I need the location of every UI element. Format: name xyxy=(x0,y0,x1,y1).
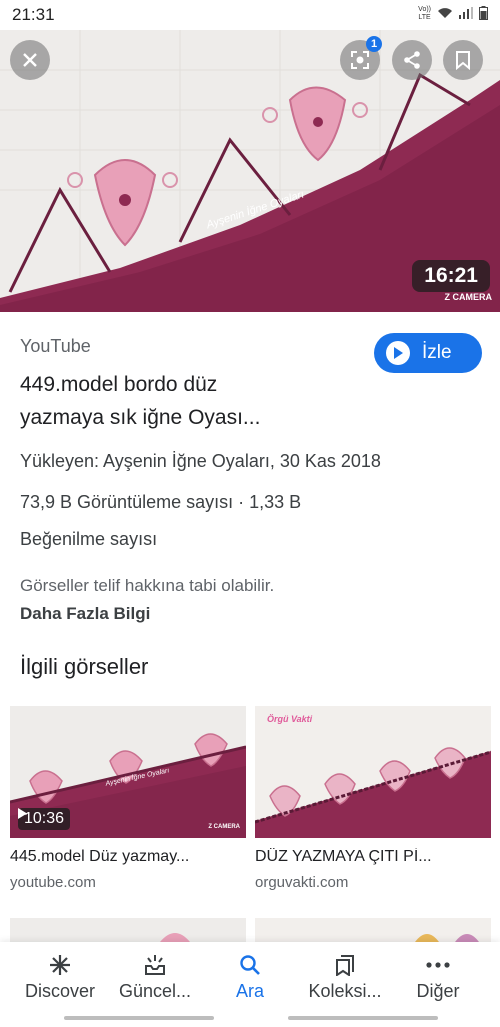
share-icon xyxy=(404,51,420,69)
close-button[interactable] xyxy=(10,40,50,80)
related-heading: İlgili görseller xyxy=(20,654,149,679)
nav-more[interactable]: Diğer xyxy=(388,952,488,1002)
more-info-link[interactable]: Daha Fazla Bilgi xyxy=(20,604,150,624)
status-bar: 21:31 Vo)) LTE xyxy=(0,0,500,30)
save-button[interactable] xyxy=(443,40,483,80)
more-dots-icon xyxy=(426,962,450,968)
home-indicator xyxy=(64,1016,214,1020)
related-domain: youtube.com xyxy=(10,874,96,891)
hero-watermark: Z CAMERA xyxy=(444,292,493,302)
play-icon xyxy=(18,808,27,819)
lens-button[interactable]: 1 xyxy=(340,36,382,80)
related-thumbnail-peek[interactable] xyxy=(10,918,246,942)
related-watermark: Z CAMERA xyxy=(208,824,240,830)
battery-icon xyxy=(479,6,488,22)
status-time: 21:31 xyxy=(12,5,55,24)
volte-icon: Vo)) LTE xyxy=(418,6,431,21)
stats-text-line1: 73,9 B Görüntüleme sayısı · 1,33 B xyxy=(20,492,302,512)
video-duration: 16:21 xyxy=(412,260,490,292)
asterisk-icon xyxy=(50,955,70,975)
status-icons: Vo)) LTE xyxy=(418,6,488,22)
wifi-icon xyxy=(437,7,453,21)
source-name: YouTube xyxy=(20,336,91,356)
share-button[interactable] xyxy=(392,40,432,80)
bottom-navigation: Discover Güncel... Ara Koleksi... Diğer xyxy=(0,942,500,1027)
collections-icon xyxy=(336,955,354,976)
hero-image[interactable]: Ayşenin İğne Oyaları 1 16:21 Z CAMERA xyxy=(0,30,500,312)
close-icon xyxy=(23,53,37,67)
search-icon xyxy=(240,955,260,975)
updates-icon xyxy=(145,955,165,975)
lens-badge: 1 xyxy=(366,36,382,52)
related-duration: 10:36 xyxy=(18,808,71,830)
visit-button[interactable]: İzle xyxy=(374,333,482,373)
home-indicator xyxy=(288,1016,438,1020)
related-card[interactable]: Örgü Vakti DÜZ YAZMAYA ÇITI Pİ... orguva… xyxy=(255,706,491,891)
nav-discover[interactable]: Discover xyxy=(10,952,110,1002)
visit-button-label: İzle xyxy=(422,342,452,363)
related-domain: orguvakti.com xyxy=(255,874,349,891)
related-title[interactable]: DÜZ YAZMAYA ÇITI Pİ... xyxy=(255,848,491,866)
related-thumbnail[interactable]: Örgü Vakti xyxy=(255,706,491,838)
play-icon xyxy=(386,341,410,365)
lens-icon xyxy=(351,51,369,69)
result-title[interactable]: 449.model bordo düz yazmaya sık iğne Oya… xyxy=(20,368,360,434)
related-card[interactable]: Ayşenin İğne Oyaları Z CAMERA 10:36 445.… xyxy=(10,706,246,891)
related-thumbnail-peek[interactable] xyxy=(255,918,491,942)
related-thumbnail[interactable]: Ayşenin İğne Oyaları Z CAMERA 10:36 xyxy=(10,706,246,838)
nav-updates[interactable]: Güncel... xyxy=(105,952,205,1002)
copyright-notice: Görseller telif hakkına tabi olabilir. xyxy=(20,576,275,595)
related-overlay-text: Örgü Vakti xyxy=(267,714,313,724)
uploader-text: Yükleyen: Ayşenin İğne Oyaları, 30 Kas 2… xyxy=(20,451,381,471)
stats-text-line2: Beğenilme sayısı xyxy=(20,529,158,549)
signal-icon xyxy=(459,7,473,21)
related-title[interactable]: 445.model Düz yazmay... xyxy=(10,848,246,866)
nav-search[interactable]: Ara xyxy=(200,952,300,1002)
nav-collections[interactable]: Koleksi... xyxy=(295,952,395,1002)
bookmark-icon xyxy=(456,51,470,70)
